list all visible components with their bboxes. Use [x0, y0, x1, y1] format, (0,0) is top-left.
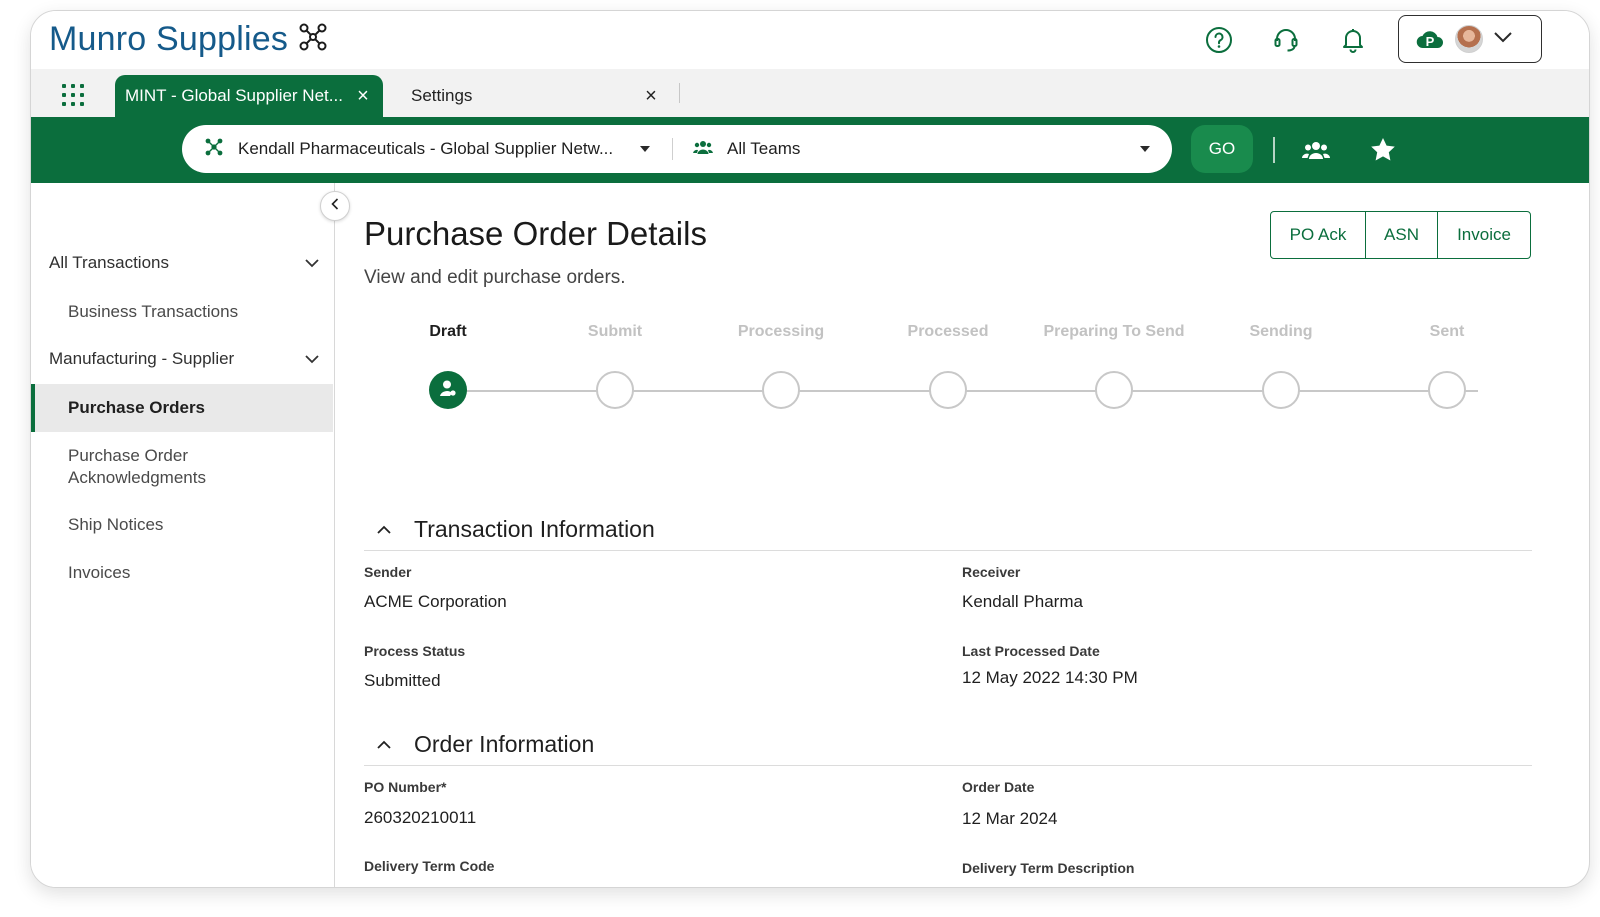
team-select[interactable]: All Teams — [673, 125, 1172, 173]
tab-mint-global-supplier[interactable]: MINT - Global Supplier Net... × — [115, 75, 383, 117]
cloud-status-icon: P — [1415, 27, 1445, 51]
sidebar-item-ship-notices[interactable]: Ship Notices — [31, 514, 333, 536]
po-number-label: PO Number* — [364, 779, 447, 795]
delivery-term-code-label: Delivery Term Code — [364, 858, 495, 874]
sidebar-item-invoices[interactable]: Invoices — [31, 562, 333, 584]
section-title: Order Information — [414, 731, 595, 757]
filter-divider — [1273, 137, 1275, 163]
sender-value: ACME Corporation — [364, 592, 507, 611]
status-stepper: Draft Submit Processing Processed Prepar… — [335, 323, 1589, 413]
collapse-sidebar-button[interactable] — [320, 191, 350, 221]
process-status-label: Process Status — [364, 643, 466, 659]
account-badge-letter: P — [1426, 34, 1435, 49]
organization-select[interactable]: Kendall Pharmaceuticals - Global Supplie… — [182, 125, 672, 173]
sidebar-item-po-acknowledgments[interactable]: Purchase Order Acknowledgments — [31, 445, 261, 489]
organization-network-icon — [204, 137, 224, 162]
help-icon[interactable] — [1202, 23, 1236, 57]
step-circle — [1428, 371, 1466, 409]
sidebar-group-label: Manufacturing - Supplier — [49, 349, 235, 368]
order-info-header[interactable]: Order Information — [364, 724, 1532, 766]
chevron-up-icon — [366, 525, 402, 534]
chevron-down-icon — [1493, 30, 1513, 48]
order-date-label: Order Date — [962, 779, 1035, 795]
chevron-down-icon — [305, 253, 319, 273]
brand[interactable]: Munro Supplies — [49, 20, 328, 59]
user-edit-icon — [438, 378, 458, 403]
step-circle — [1262, 371, 1300, 409]
sender-label: Sender — [364, 564, 412, 580]
page-title: Purchase Order Details — [364, 215, 707, 252]
team-members-icon[interactable] — [1299, 133, 1333, 167]
invoice-button[interactable]: Invoice — [1438, 212, 1530, 258]
organization-value: Kendall Pharmaceuticals - Global Supplie… — [238, 139, 614, 158]
tab-label: MINT - Global Supplier Net... — [125, 86, 343, 105]
network-nodes-icon — [298, 22, 328, 57]
team-value: All Teams — [727, 139, 801, 158]
tab-divider — [679, 83, 680, 103]
step-circle-current — [429, 371, 467, 409]
go-button[interactable]: GO — [1191, 125, 1253, 173]
sidebar-group-manufacturing-supplier[interactable]: Manufacturing - Supplier — [49, 349, 319, 369]
chevron-left-icon — [331, 197, 339, 215]
step-circle — [1095, 371, 1133, 409]
filter-bar: Kendall Pharmaceuticals - Global Supplie… — [31, 117, 1589, 183]
tab-settings[interactable]: Settings × — [401, 75, 671, 117]
tab-label: Settings — [411, 86, 473, 105]
last-processed-value: 12 May 2022 14:30 PM — [962, 668, 1138, 687]
chevron-down-icon — [305, 349, 319, 369]
close-icon[interactable]: × — [641, 86, 661, 106]
receiver-value: Kendall Pharma — [962, 592, 1083, 611]
step-label: Sent — [1429, 323, 1465, 340]
notification-bell-icon[interactable] — [1336, 23, 1370, 57]
brand-name: Munro Supplies — [49, 20, 289, 58]
top-header: Munro Supplies P — [31, 11, 1589, 69]
scope-selector: Kendall Pharmaceuticals - Global Supplie… — [182, 125, 1172, 173]
process-status-value: Submitted — [364, 671, 441, 690]
sidebar: All Transactions Business Transactions M… — [31, 183, 335, 887]
po-number-value: 260320210011 — [364, 808, 477, 827]
dropdown-caret-icon — [1140, 146, 1150, 152]
document-actions: PO Ack ASN Invoice — [1270, 211, 1531, 259]
section-title: Transaction Information — [414, 516, 655, 542]
page-subtitle: View and edit purchase orders. — [364, 267, 626, 288]
main-content: Purchase Order Details View and edit pur… — [335, 183, 1589, 887]
step-circle — [929, 371, 967, 409]
transaction-info-header[interactable]: Transaction Information — [364, 509, 1532, 551]
receiver-label: Receiver — [962, 564, 1021, 580]
po-ack-button[interactable]: PO Ack — [1271, 212, 1366, 258]
avatar — [1455, 25, 1483, 53]
step-circle — [762, 371, 800, 409]
sidebar-group-label: All Transactions — [49, 253, 169, 272]
chevron-up-icon — [366, 740, 402, 749]
dropdown-caret-icon — [640, 146, 650, 152]
step-sent: Sent — [1347, 323, 1547, 409]
delivery-term-description-label: Delivery Term Description — [962, 860, 1135, 876]
team-people-icon — [693, 139, 713, 160]
last-processed-label: Last Processed Date — [962, 643, 1100, 659]
app-launcher-icon[interactable] — [59, 81, 87, 109]
sidebar-item-business-transactions[interactable]: Business Transactions — [31, 301, 333, 323]
asn-button[interactable]: ASN — [1366, 212, 1438, 258]
account-menu-button[interactable]: P — [1398, 15, 1542, 63]
app-window: Munro Supplies P MINT - Global Supplier … — [30, 10, 1590, 888]
favorite-star-icon[interactable] — [1366, 133, 1400, 167]
tab-strip: MINT - Global Supplier Net... × Settings… — [31, 69, 1589, 117]
order-date-value: 12 Mar 2024 — [962, 809, 1058, 828]
step-circle — [596, 371, 634, 409]
sidebar-group-all-transactions[interactable]: All Transactions — [49, 253, 319, 273]
support-headset-icon[interactable] — [1269, 23, 1303, 57]
close-icon[interactable]: × — [353, 86, 373, 106]
sidebar-item-purchase-orders[interactable]: Purchase Orders — [31, 384, 333, 432]
